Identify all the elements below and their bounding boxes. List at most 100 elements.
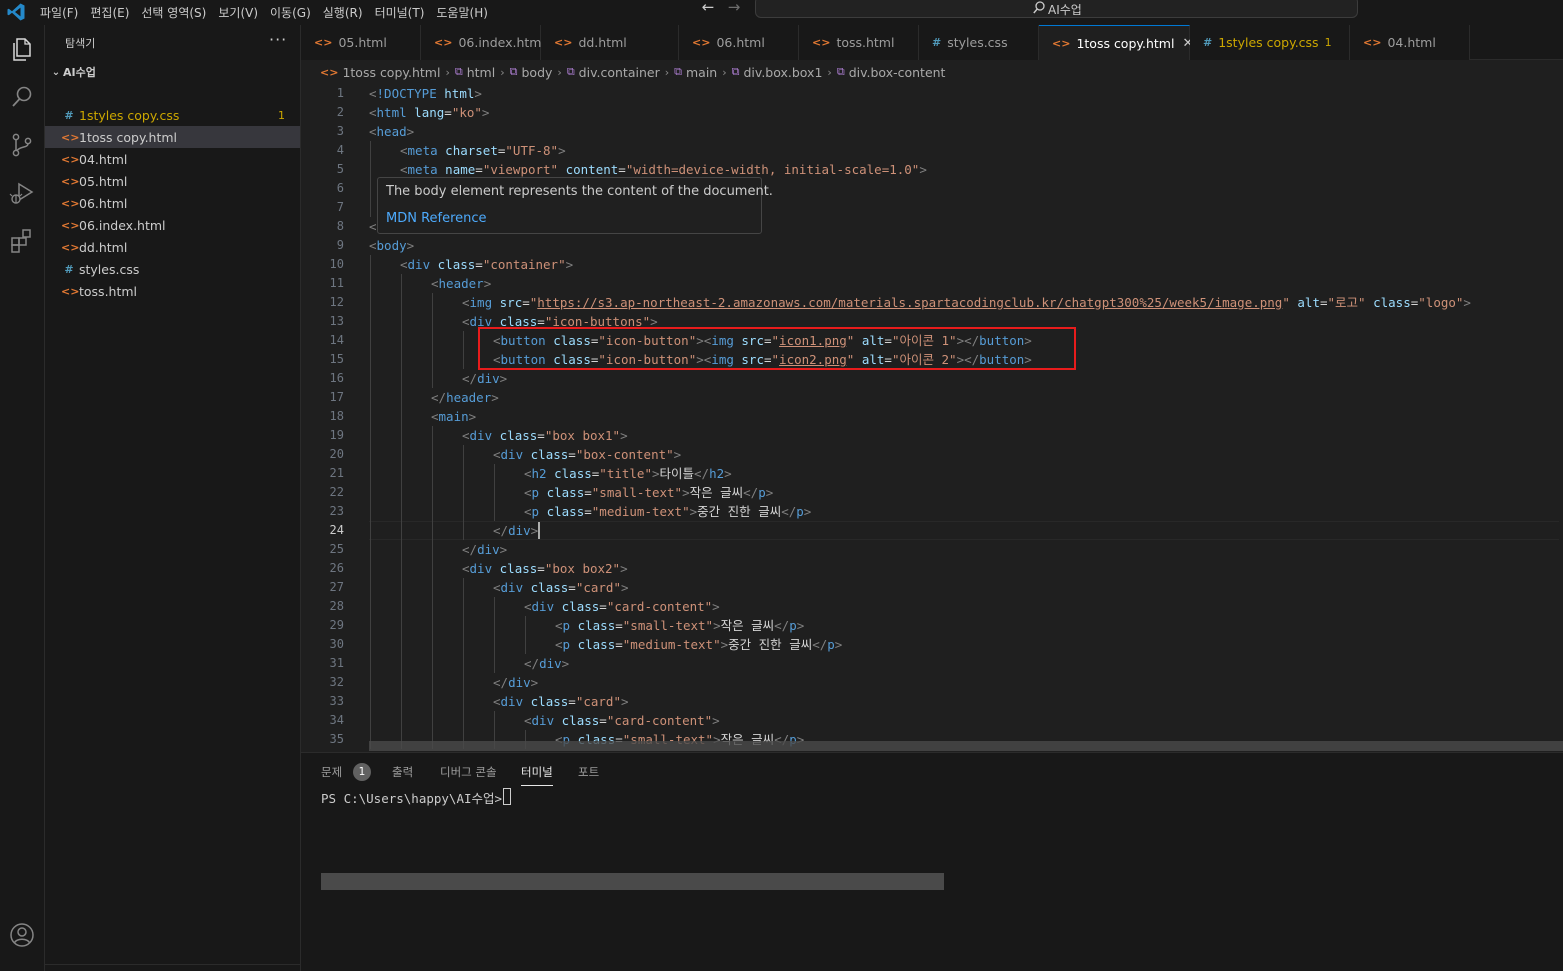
code-line[interactable]: <head> (369, 122, 414, 141)
code-line[interactable]: <div class="card-content"> (524, 597, 720, 616)
file-tree-item[interactable]: # styles.css (45, 258, 300, 280)
code-line[interactable]: <div class="container"> (400, 255, 573, 274)
tab-label: 06.index.html (458, 35, 545, 50)
code-line[interactable]: <h2 class="title">타이틀</h2> (524, 464, 732, 483)
menu-item-1[interactable]: 편집(E) (84, 2, 135, 24)
indent-guide (370, 540, 371, 559)
code-token: > (1463, 295, 1471, 310)
code-line[interactable]: <div class="box box1"> (462, 426, 628, 445)
command-center-search[interactable]: AI수업 (755, 0, 1358, 18)
code-line[interactable]: <meta charset="UTF-8"> (400, 141, 566, 160)
editor-horizontal-scrollbar[interactable] (369, 741, 1563, 751)
code-line[interactable]: </div> (493, 673, 538, 692)
code-line[interactable]: </div> (524, 654, 569, 673)
panel-tab-output[interactable]: 출력 (392, 764, 413, 780)
code-line[interactable]: <p class="medium-text">중간 진한 글씨</p> (555, 635, 842, 654)
more-actions-icon[interactable]: ··· (269, 30, 287, 49)
code-line[interactable]: <main> (431, 407, 476, 426)
menu-item-6[interactable]: 터미널(T) (369, 2, 431, 24)
panel-tab-ports[interactable]: 포트 (578, 764, 599, 780)
menu-item-5[interactable]: 실행(R) (317, 2, 369, 24)
file-tree-item[interactable]: <> 04.html (45, 148, 300, 170)
search-icon[interactable] (8, 83, 36, 111)
menu-item-7[interactable]: 도움말(H) (430, 2, 494, 24)
mdn-reference-link[interactable]: MDN Reference (386, 211, 487, 226)
code-line[interactable]: <p class="small-text">작은 글씨</p> (555, 616, 804, 635)
indent-guide (432, 559, 433, 578)
code-token: class (499, 428, 538, 443)
breadcrumb-item[interactable]: ⧉ div.box-content (837, 65, 946, 80)
breadcrumb-item[interactable]: ⧉ main (674, 65, 717, 80)
code-line[interactable]: <p class="small-text">작은 글씨</p> (524, 483, 773, 502)
indent-guide (401, 635, 402, 654)
editor-tab[interactable]: <> toss.html (799, 25, 919, 60)
editor-tab[interactable]: #1styles copy.css 1 (1190, 25, 1350, 60)
code-token: "small-text" (622, 618, 714, 633)
code-token: "small-text" (591, 485, 683, 500)
code-line[interactable]: <div class="card"> (493, 578, 629, 597)
extensions-icon[interactable] (8, 227, 36, 255)
file-tree-item[interactable]: <> 1toss copy.html (45, 126, 300, 148)
menu-item-2[interactable]: 선택 영역(S) (135, 2, 212, 24)
editor-tab[interactable]: <> 04.html (1350, 25, 1470, 60)
run-debug-icon[interactable] (8, 179, 36, 207)
menu-item-0[interactable]: 파일(F) (34, 2, 84, 24)
file-tree-item[interactable]: <> 05.html (45, 170, 300, 192)
file-tree-item[interactable]: #1styles copy.css 1 (45, 104, 300, 126)
code-line[interactable]: <p class="medium-text">중간 진한 글씨</p> (524, 502, 811, 521)
menu-item-4[interactable]: 이동(G) (264, 2, 317, 24)
back-arrow-icon[interactable]: ← (698, 0, 718, 16)
css-file-icon: # (64, 262, 74, 276)
code-line[interactable]: <div class="card-content"> (524, 711, 720, 730)
workspace-folder[interactable]: ⌄ AI수업 (49, 62, 299, 82)
breadcrumb-item[interactable]: ⧉ body (510, 65, 553, 80)
editor-tab[interactable]: <> 06.index.html (421, 25, 545, 60)
code-token: > (406, 238, 415, 253)
code-line[interactable]: <html lang="ko"> (369, 103, 489, 122)
breadcrumb-item[interactable]: ⧉ div.box.box1 (732, 65, 823, 80)
line-number: 19 (329, 428, 344, 442)
panel-tab-debug-console[interactable]: 디버그 콘솔 (440, 764, 497, 780)
code-line[interactable]: <!DOCTYPE html> (369, 84, 482, 103)
terminal-prompt[interactable]: PS C:\Users\happy\AI수업> (321, 788, 510, 807)
panel-tab-problems[interactable]: 문제 (321, 764, 342, 780)
code-line[interactable]: <body> (369, 236, 414, 255)
code-line[interactable]: <div class="box-content"> (493, 445, 681, 464)
panel-tab-terminal[interactable]: 터미널 (521, 764, 553, 786)
file-tree-item[interactable]: <> 06.index.html (45, 214, 300, 236)
editor-tab[interactable]: <> 06.html (679, 25, 799, 60)
editor-tab[interactable]: <> 1toss copy.html ✕ (1039, 25, 1193, 60)
file-tree-item[interactable]: <> dd.html (45, 236, 300, 258)
breadcrumb-item[interactable]: <> 1toss copy.html (320, 65, 440, 80)
code-line[interactable]: <header> (431, 274, 491, 293)
account-icon[interactable] (8, 921, 36, 949)
indent-guide (494, 654, 495, 673)
code-token: alt (1297, 295, 1320, 310)
forward-arrow-icon[interactable]: → (724, 0, 744, 16)
source-control-icon[interactable] (8, 131, 36, 159)
code-line[interactable]: <div class="box box2"> (462, 559, 628, 578)
code-line[interactable]: </div> (462, 540, 507, 559)
editor-tab[interactable]: <> dd.html (541, 25, 679, 60)
code-token: > (720, 637, 729, 652)
code-line[interactable]: <div class="card"> (493, 692, 629, 711)
indent-guide (401, 369, 402, 388)
explorer-files-icon[interactable] (8, 35, 36, 63)
line-number: 10 (329, 257, 344, 271)
breadcrumb-item[interactable]: ⧉ html (455, 65, 495, 80)
indent-guide (370, 673, 371, 692)
code-token: > (834, 637, 843, 652)
file-tree-item[interactable]: <> 06.html (45, 192, 300, 214)
menu-item-3[interactable]: 보기(V) (212, 2, 264, 24)
breadcrumb-item[interactable]: ⧉ div.container (567, 65, 660, 80)
editor-tab[interactable]: # styles.css (919, 25, 1039, 60)
code-token: </ (462, 371, 478, 386)
code-line[interactable]: </div> (493, 521, 540, 540)
code-line[interactable]: </div> (462, 369, 507, 388)
code-line[interactable]: </header> (431, 388, 499, 407)
code-line[interactable]: <img src="https://s3.ap-northeast-2.amaz… (462, 293, 1471, 312)
editor-tab[interactable]: <> 05.html (301, 25, 421, 60)
code-line[interactable]: < (369, 217, 377, 236)
terminal-horizontal-scrollbar[interactable] (321, 873, 944, 890)
file-tree-item[interactable]: <> toss.html (45, 280, 300, 302)
